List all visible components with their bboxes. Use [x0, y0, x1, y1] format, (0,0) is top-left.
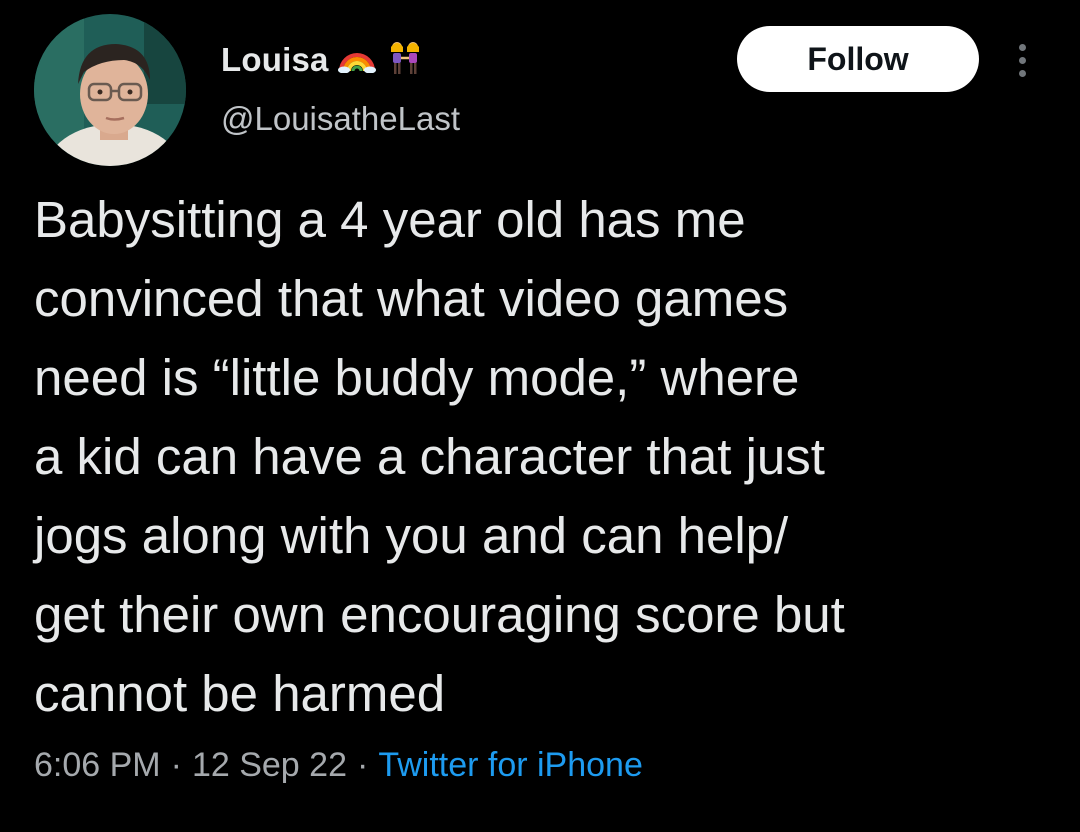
tweet-time[interactable]: 6:06 PM — [34, 746, 161, 784]
more-dot — [1018, 43, 1026, 51]
avatar[interactable] — [34, 14, 186, 166]
meta-separator: · — [170, 746, 182, 784]
tweet-text: Babysitting a 4 year old has me convince… — [34, 180, 1044, 733]
more-dot — [1018, 56, 1026, 64]
tweet-text-line: convinced that what video games — [34, 270, 789, 327]
tweet-text-line: a kid can have a character that just — [34, 428, 825, 485]
tweet-meta: 6:06 PM · 12 Sep 22 · Twitter for iPhone — [34, 746, 643, 785]
user-handle[interactable]: @LouisatheLast — [221, 100, 460, 138]
rainbow-emoji-icon — [337, 43, 377, 78]
two-women-holding-hands-icon — [385, 40, 425, 81]
more-vertical-icon[interactable] — [1007, 38, 1037, 82]
display-name[interactable]: Louisa — [221, 41, 329, 79]
tweet-card: Louisa @LouisatheLast Follow Babysitting… — [0, 0, 1080, 832]
follow-button[interactable]: Follow — [737, 26, 979, 92]
avatar-image — [34, 14, 186, 166]
more-dot — [1018, 69, 1026, 77]
tweet-text-line: cannot be harmed — [34, 665, 446, 722]
tweet-text-line: get their own encouraging score but — [34, 586, 845, 643]
tweet-date[interactable]: 12 Sep 22 — [192, 746, 347, 784]
tweet-text-line: jogs along with you and can help/ — [34, 507, 789, 564]
tweet-text-line: Babysitting a 4 year old has me — [34, 191, 746, 248]
user-name-row: Louisa — [221, 38, 425, 82]
meta-separator: · — [356, 746, 369, 784]
tweet-source-link[interactable]: Twitter for iPhone — [378, 746, 643, 784]
tweet-text-line: need is “little buddy mode,” where — [34, 349, 800, 406]
